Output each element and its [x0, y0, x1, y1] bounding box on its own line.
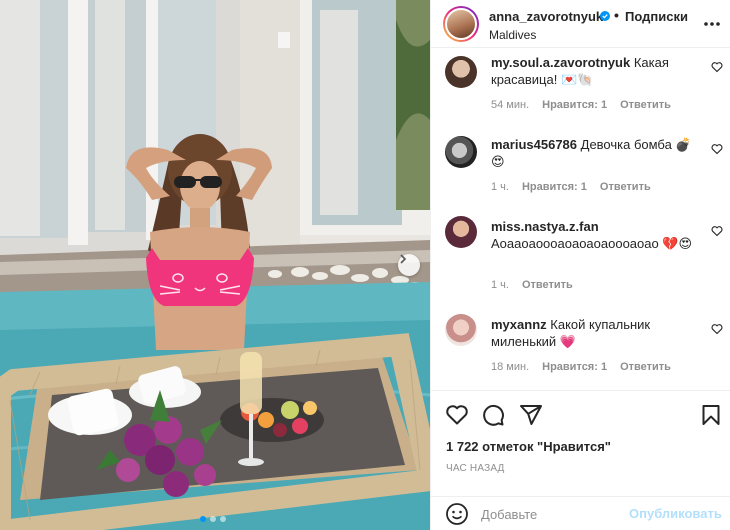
post-location[interactable]: Maldives: [489, 28, 536, 42]
comment-icon[interactable]: [481, 403, 505, 427]
comment-likes-count[interactable]: Нравится: 1: [522, 181, 587, 193]
heart-icon[interactable]: [711, 143, 723, 155]
comment-time: 1 ч.: [491, 279, 509, 291]
carousel-dot-1: [200, 516, 206, 522]
comment-likes-count[interactable]: Нравится: 1: [542, 99, 607, 111]
commenter-avatar[interactable]: [445, 136, 477, 168]
comment-text: Аоааоаоооаоаоаоаоооаоао 💔😍: [491, 236, 693, 251]
carousel-indicator: [200, 516, 226, 522]
post-image: [0, 0, 430, 530]
carousel-dot-2: [210, 516, 216, 522]
follow-button[interactable]: Подписки: [625, 9, 688, 24]
comments-list[interactable]: my.soul.a.zavorotnyuk Какая красавица! 💌…: [431, 48, 730, 390]
author-username[interactable]: anna_zavorotnyuk: [489, 9, 603, 24]
commenter-avatar[interactable]: [445, 216, 477, 248]
commenter-avatar[interactable]: [445, 56, 477, 88]
comment-time: 18 мин.: [491, 361, 530, 373]
reply-button[interactable]: Ответить: [600, 181, 651, 193]
more-horizontal-icon[interactable]: [701, 14, 723, 34]
comment-time: 54 мин.: [491, 99, 530, 111]
smiley-icon[interactable]: [445, 502, 469, 526]
comment-likes-count[interactable]: Нравится: 1: [542, 361, 607, 373]
chevron-right-icon: [400, 254, 407, 264]
heart-icon[interactable]: [711, 225, 723, 237]
bookmark-icon[interactable]: [699, 403, 723, 427]
heart-icon[interactable]: [711, 323, 723, 335]
comment-username[interactable]: miss.nastya.z.fan: [491, 219, 599, 234]
reply-button[interactable]: Ответить: [522, 279, 573, 291]
paper-plane-icon[interactable]: [519, 403, 543, 427]
comment-username[interactable]: my.soul.a.zavorotnyuk: [491, 55, 630, 70]
commenter-avatar[interactable]: [445, 314, 477, 346]
comment-username[interactable]: myxannz: [491, 317, 547, 332]
author-avatar[interactable]: [443, 6, 479, 42]
reply-button[interactable]: Ответить: [620, 361, 671, 373]
publish-button[interactable]: Опубликовать: [629, 506, 722, 521]
comment-time: 1 ч.: [491, 181, 509, 193]
post-header: anna_zavorotnyuk • Подписки Maldives: [431, 0, 730, 48]
verified-badge-icon: [600, 11, 610, 21]
heart-icon[interactable]: [711, 61, 723, 73]
post-photo[interactable]: [0, 0, 430, 530]
likes-count[interactable]: 1 722 отметок "Нравится": [446, 439, 611, 454]
add-comment-bar: Опубликовать: [431, 496, 730, 530]
reply-button[interactable]: Ответить: [620, 99, 671, 111]
post-details-panel: anna_zavorotnyuk • Подписки Maldives my.…: [430, 0, 730, 530]
post-timestamp[interactable]: ЧАС НАЗАД: [446, 463, 505, 474]
header-separator: •: [614, 7, 619, 23]
carousel-dot-3: [220, 516, 226, 522]
comment-username[interactable]: marius456786: [491, 137, 577, 152]
post-actions: 1 722 отметок "Нравится" ЧАС НАЗАД: [431, 390, 730, 496]
carousel-next-button[interactable]: [398, 254, 420, 276]
heart-icon[interactable]: [445, 403, 469, 427]
comment-input[interactable]: [481, 504, 621, 524]
